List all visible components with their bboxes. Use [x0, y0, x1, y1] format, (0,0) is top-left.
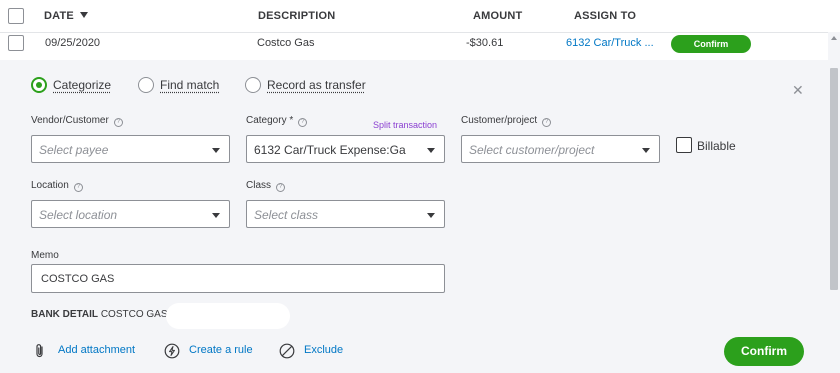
find-match-label[interactable]: Find match: [160, 78, 219, 92]
description-column-header: DESCRIPTION: [258, 10, 336, 22]
chevron-down-icon[interactable]: [427, 213, 435, 218]
row-confirm-button[interactable]: Confirm: [671, 35, 751, 53]
amount-column-header: AMOUNT: [473, 10, 523, 22]
customer-field-label: Customer/project?: [461, 115, 552, 127]
lightning-bolt-icon[interactable]: [164, 343, 180, 359]
create-rule-link[interactable]: Create a rule: [189, 344, 253, 356]
assign-to-column-header: ASSIGN TO: [574, 10, 637, 22]
chevron-down-icon[interactable]: [212, 213, 220, 218]
help-icon[interactable]: ?: [73, 183, 83, 192]
table-row[interactable]: 09/25/2020 Costco Gas -$30.61 6132 Car/T…: [0, 32, 840, 60]
chevron-down-icon[interactable]: [427, 148, 435, 153]
chevron-down-icon[interactable]: [642, 148, 650, 153]
customer-select[interactable]: Select customer/project: [461, 135, 660, 163]
sort-down-icon[interactable]: [79, 12, 88, 18]
category-value: 6132 Car/Truck Expense:Ga: [254, 143, 406, 157]
vendor-field-label: Vendor/Customer?: [31, 115, 123, 127]
row-amount: -$30.61: [466, 37, 504, 49]
memo-value: COSTCO GAS: [41, 273, 115, 285]
billable-checkbox[interactable]: [676, 137, 692, 153]
categorize-radio[interactable]: [31, 77, 47, 93]
bank-detail-label: BANK DETAIL: [31, 309, 99, 320]
help-icon[interactable]: ?: [113, 118, 123, 127]
memo-field-label: Memo: [31, 250, 59, 261]
scrollbar-thumb[interactable]: [830, 68, 838, 290]
location-placeholder: Select location: [39, 208, 118, 222]
category-select[interactable]: 6132 Car/Truck Expense:Ga: [246, 135, 445, 163]
select-all-checkbox[interactable]: [8, 8, 24, 24]
location-field-label: Location?: [31, 180, 83, 192]
row-date: 09/25/2020: [45, 37, 101, 49]
vendor-placeholder: Select payee: [39, 143, 109, 157]
categorize-label[interactable]: Categorize: [53, 78, 111, 92]
bank-detail: BANK DETAIL COSTCO GAS: [31, 309, 168, 320]
row-description: Costco Gas: [257, 37, 315, 49]
location-select[interactable]: Select location: [31, 200, 230, 228]
redaction-blur: [166, 303, 290, 329]
exclude-link[interactable]: Exclude: [304, 344, 343, 356]
row-assign-to-link[interactable]: 6132 Car/Truck ...: [566, 37, 654, 49]
record-transfer-radio[interactable]: [245, 77, 261, 93]
scroll-up-arrow-icon[interactable]: [831, 36, 837, 40]
help-icon[interactable]: ?: [298, 118, 308, 127]
date-header-label: DATE: [44, 10, 74, 22]
close-icon[interactable]: ✕: [792, 82, 804, 99]
class-select[interactable]: Select class: [246, 200, 445, 228]
record-transfer-label[interactable]: Record as transfer: [267, 78, 366, 92]
class-placeholder: Select class: [254, 208, 319, 222]
class-field-label: Class?: [246, 180, 286, 192]
help-icon[interactable]: ?: [542, 118, 552, 127]
bank-detail-value: COSTCO GAS: [100, 309, 168, 320]
chevron-down-icon[interactable]: [212, 148, 220, 153]
category-field-label: Category *?: [246, 115, 308, 127]
confirm-button[interactable]: Confirm: [724, 337, 804, 366]
find-match-radio[interactable]: [138, 77, 154, 93]
table-header: DATE DESCRIPTION AMOUNT ASSIGN TO: [0, 0, 840, 32]
customer-placeholder: Select customer/project: [469, 143, 595, 157]
help-icon[interactable]: ?: [276, 183, 286, 192]
paperclip-icon[interactable]: [34, 343, 46, 359]
row-checkbox[interactable]: [8, 35, 24, 51]
date-column-header[interactable]: DATE: [44, 10, 88, 22]
vendor-select[interactable]: Select payee: [31, 135, 230, 163]
billable-label[interactable]: Billable: [697, 139, 736, 153]
exclude-icon[interactable]: [279, 343, 295, 359]
split-transaction-link[interactable]: Split transaction: [373, 120, 437, 130]
redaction-blur: [116, 268, 276, 288]
add-attachment-link[interactable]: Add attachment: [58, 344, 135, 356]
